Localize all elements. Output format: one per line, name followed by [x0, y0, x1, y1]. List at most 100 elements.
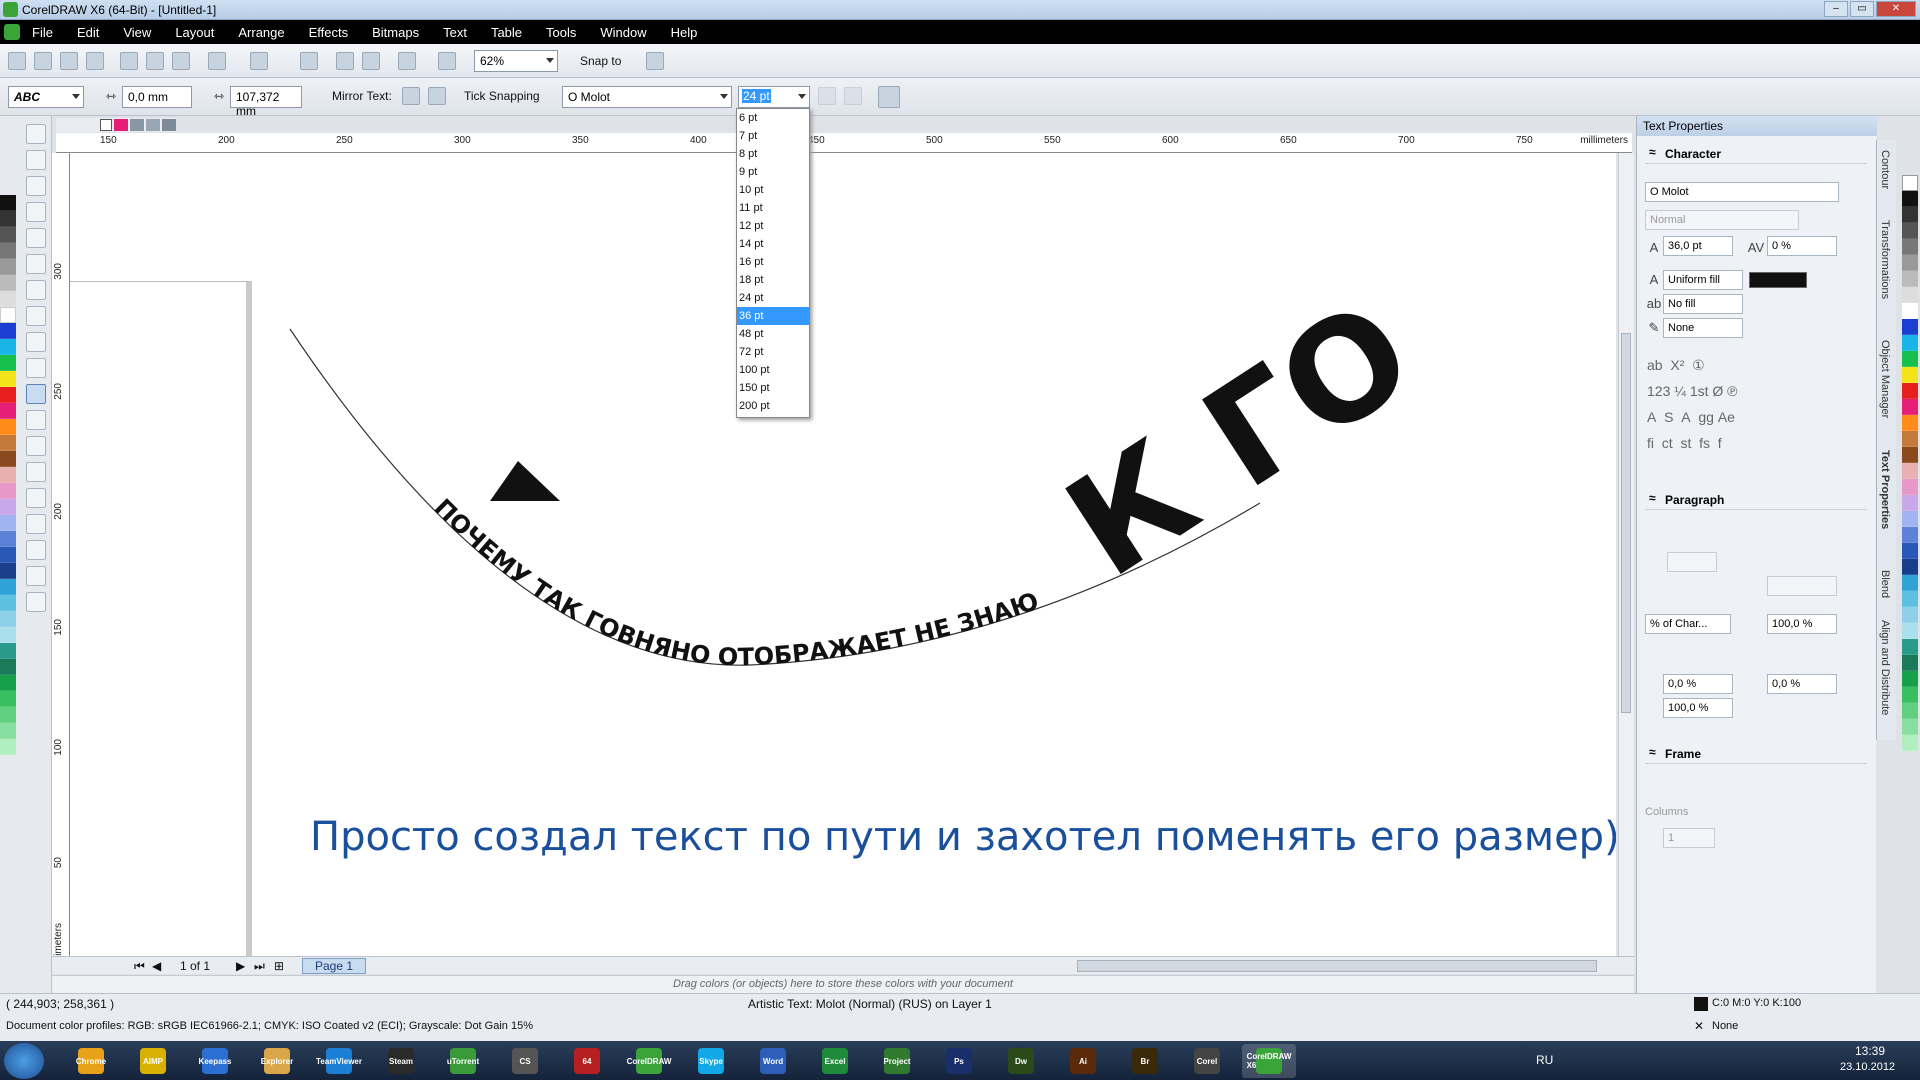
font-size-option[interactable]: 24 pt	[737, 289, 809, 307]
fill-color-swatch[interactable]	[1749, 272, 1807, 288]
swatch-gray-light[interactable]	[146, 119, 160, 131]
taskbar-app-aimp-icon[interactable]: AIMP	[126, 1044, 180, 1078]
smart-fill-tool-icon[interactable]	[26, 254, 46, 274]
tab-object-manager[interactable]: Object Manager	[1879, 340, 1891, 418]
font-size-option[interactable]: 200 pt	[737, 397, 809, 415]
menu-view[interactable]: View	[111, 25, 163, 40]
font-size-option[interactable]: 16 pt	[737, 253, 809, 271]
horizontal-ruler[interactable]: 150 200 250 300 350 400 450 500 550 600 …	[56, 133, 1632, 153]
outline-tool-icon[interactable]	[26, 540, 46, 560]
menu-bitmaps[interactable]: Bitmaps	[360, 25, 431, 40]
spacing-mode-combo[interactable]: % of Char...	[1645, 614, 1731, 634]
x-distance-field[interactable]: 0,0 mm	[122, 86, 192, 108]
font-size-option[interactable]: 150 pt	[737, 379, 809, 397]
color-profiles[interactable]: Document color profiles: RGB: sRGB IEC61…	[6, 1020, 533, 1032]
frame-section[interactable]: Frame	[1645, 744, 1867, 764]
bg-fill-combo[interactable]: No fill	[1663, 294, 1743, 314]
font-size-option[interactable]: 36 pt	[737, 307, 809, 325]
eyedropper-tool-icon[interactable]	[26, 514, 46, 534]
application-launcher-icon[interactable]	[398, 52, 416, 70]
save-icon[interactable]	[60, 52, 78, 70]
taskbar-app-steam-icon[interactable]: Steam	[374, 1044, 428, 1078]
maximize-button[interactable]: ▭	[1850, 1, 1874, 17]
minimize-button[interactable]: –	[1824, 1, 1848, 17]
pick-tool-icon[interactable]	[26, 124, 46, 144]
app-menu-icon[interactable]	[4, 24, 20, 40]
connector-tool-icon[interactable]	[26, 462, 46, 482]
lang-spacing-field[interactable]: 100,0 %	[1663, 698, 1733, 718]
taskbar-app-keepass-icon[interactable]: Keepass	[188, 1044, 242, 1078]
offset-field[interactable]: 107,372 mm	[230, 86, 302, 118]
tab-blend[interactable]: Blend	[1879, 570, 1891, 598]
interactive-fill-tool-icon[interactable]	[26, 592, 46, 612]
big-letters[interactable]: К ГО	[1040, 271, 1440, 610]
dimension-tool-icon[interactable]	[26, 436, 46, 456]
print-icon[interactable]	[86, 52, 104, 70]
tab-align-distribute[interactable]: Align and Distribute	[1879, 620, 1891, 715]
docker-size-field[interactable]: 36,0 pt	[1663, 236, 1733, 256]
document-palette-drop-bar[interactable]: Drag colors (or objects) here to store t…	[52, 975, 1634, 993]
font-size-option[interactable]: 7 pt	[737, 127, 809, 145]
indent-field[interactable]	[1667, 552, 1717, 572]
taskbar-app-br-icon[interactable]: Br	[1118, 1044, 1172, 1078]
taskbar-app-excel-icon[interactable]: Excel	[808, 1044, 862, 1078]
font-size-dropdown[interactable]: 6 pt 7 pt 8 pt 9 pt 10 pt 11 pt 12 pt 14 pt 16 p…	[736, 108, 810, 418]
text-orientation-combo[interactable]: ABC	[8, 86, 84, 108]
font-size-option[interactable]: 72 pt	[737, 343, 809, 361]
interactive-tool-icon[interactable]	[26, 488, 46, 508]
font-size-option[interactable]: 18 pt	[737, 271, 809, 289]
welcome-screen-icon[interactable]	[438, 52, 456, 70]
copy-icon[interactable]	[146, 52, 164, 70]
clock-time[interactable]: 13:39	[1855, 1044, 1885, 1058]
cut-icon[interactable]	[120, 52, 138, 70]
taskbar-app-dw-icon[interactable]: Dw	[994, 1044, 1048, 1078]
menu-help[interactable]: Help	[659, 25, 710, 40]
drawing-canvas[interactable]: ПОЧЕМУ ТАК ГОВНЯНО ОТОБРАЖАЕТ НЕ ЗНАЮ К …	[70, 153, 1616, 957]
page-tab[interactable]: Page 1	[302, 958, 367, 974]
taskbar-app-cs-icon[interactable]: CS	[498, 1044, 552, 1078]
menu-tools[interactable]: Tools	[534, 25, 588, 40]
taskbar-app-coreldraw-x6-icon[interactable]: CorelDRAW X6	[1242, 1044, 1296, 1078]
menu-edit[interactable]: Edit	[65, 25, 111, 40]
character-section[interactable]: Character	[1645, 144, 1867, 164]
table-tool-icon[interactable]	[26, 410, 46, 430]
taskbar-app-explorer-icon[interactable]: Explorer	[250, 1044, 304, 1078]
menu-arrange[interactable]: Arrange	[226, 25, 296, 40]
font-size-options[interactable]: 6 pt 7 pt 8 pt 9 pt 10 pt 11 pt 12 pt 14 pt 16 p…	[737, 109, 809, 415]
mirror-vertical-icon[interactable]	[428, 87, 446, 105]
polygon-tool-icon[interactable]	[26, 332, 46, 352]
search-content-icon[interactable]	[300, 52, 318, 70]
taskbar-app-teamviewer-icon[interactable]: TeamViewer	[312, 1044, 366, 1078]
taskbar-app-ps-icon[interactable]: Ps	[932, 1044, 986, 1078]
horizontal-scroll-thumb[interactable]	[1077, 960, 1597, 972]
font-size-option[interactable]: 48 pt	[737, 325, 809, 343]
edit-text-icon[interactable]	[878, 86, 900, 108]
mirror-horizontal-icon[interactable]	[402, 87, 420, 105]
swatch-magenta[interactable]	[114, 119, 128, 131]
word-spacing-field[interactable]: 0,0 %	[1767, 674, 1837, 694]
zoom-tool-icon[interactable]	[26, 202, 46, 222]
taskbar-app-project-icon[interactable]: Project	[870, 1044, 924, 1078]
tab-contour[interactable]: Contour	[1879, 150, 1891, 189]
bold-icon[interactable]	[818, 87, 836, 105]
basic-shapes-tool-icon[interactable]	[26, 358, 46, 378]
taskbar-app-ai-icon[interactable]: Ai	[1056, 1044, 1110, 1078]
taskbar-app-64-icon[interactable]: 64	[560, 1044, 614, 1078]
taskbar-app-utorrent-icon[interactable]: uTorrent	[436, 1044, 490, 1078]
docker-font-combo[interactable]: O Molot	[1645, 182, 1839, 202]
taskbar-app-skype-icon[interactable]: Skype	[684, 1044, 738, 1078]
close-button[interactable]: ✕	[1876, 1, 1916, 17]
font-size-option[interactable]: 14 pt	[737, 235, 809, 253]
font-size-option[interactable]: 9 pt	[737, 163, 809, 181]
crop-tool-icon[interactable]	[26, 176, 46, 196]
ellipse-tool-icon[interactable]	[26, 306, 46, 326]
font-list-combo[interactable]: O Molot	[562, 86, 732, 108]
menu-window[interactable]: Window	[588, 25, 658, 40]
font-size-option[interactable]: 12 pt	[737, 217, 809, 235]
freehand-tool-icon[interactable]	[26, 228, 46, 248]
last-page-button[interactable]: ⏭	[254, 959, 265, 974]
columns-field[interactable]: 1	[1663, 828, 1715, 848]
add-page-button[interactable]: ⊞	[274, 959, 284, 973]
fill-type-combo[interactable]: Uniform fill	[1663, 270, 1743, 290]
path-text[interactable]: ПОЧЕМУ ТАК ГОВНЯНО ОТОБРАЖАЕТ НЕ ЗНАЮ	[429, 493, 1042, 671]
